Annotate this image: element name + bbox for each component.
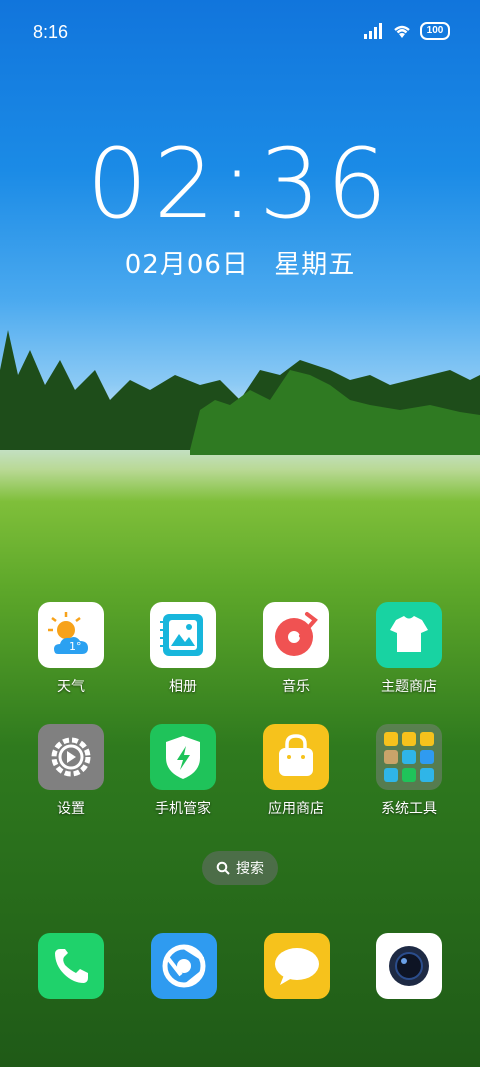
system-tools-folder-icon (376, 724, 442, 790)
app-label: 天气 (57, 679, 85, 695)
battery-indicator: 100 (420, 22, 450, 40)
search-button[interactable]: 搜索 (202, 851, 278, 885)
app-settings[interactable]: 设置 (16, 724, 126, 818)
app-label: 相册 (169, 679, 197, 695)
app-theme-store[interactable]: 主题商店 (354, 602, 464, 696)
app-music[interactable]: 音乐 (241, 602, 351, 696)
music-icon (263, 602, 329, 668)
status-bar: 8:16 100 (0, 0, 480, 64)
folder-system-tools[interactable]: 系统工具 (354, 724, 464, 818)
phone-manager-icon (150, 724, 216, 790)
app-label: 手机管家 (155, 801, 211, 817)
app-gallery[interactable]: 相册 (128, 602, 238, 696)
app-label: 应用商店 (268, 801, 324, 817)
clock-date: 02月06日 星期五 (0, 244, 480, 281)
weather-temp: 1° (69, 640, 82, 653)
theme-store-icon (376, 602, 442, 668)
wifi-icon (394, 25, 410, 38)
search-label: 搜索 (236, 861, 264, 877)
app-label: 音乐 (282, 679, 310, 695)
messages-icon[interactable] (264, 933, 330, 999)
app-label: 主题商店 (381, 679, 437, 695)
app-app-store[interactable]: 应用商店 (241, 724, 351, 818)
weekday-text: 星期五 (274, 250, 356, 280)
app-label: 系统工具 (381, 801, 437, 817)
settings-icon (38, 724, 104, 790)
app-weather[interactable]: 1° 天气 (16, 602, 126, 696)
gallery-icon (150, 602, 216, 668)
phone-icon[interactable] (38, 933, 104, 999)
camera-icon[interactable] (376, 933, 442, 999)
signal-icon (364, 23, 382, 39)
browser-icon[interactable] (151, 933, 217, 999)
status-time: 8:16 (33, 22, 69, 42)
clock-time: 02:36 (86, 128, 394, 240)
date-text: 02月06日 (124, 250, 249, 280)
weather-icon: 1° (38, 602, 104, 668)
forest-treeline (0, 330, 480, 455)
app-store-icon (263, 724, 329, 790)
app-label: 设置 (57, 801, 85, 817)
search-icon (216, 861, 230, 875)
app-phone-manager[interactable]: 手机管家 (128, 724, 238, 818)
